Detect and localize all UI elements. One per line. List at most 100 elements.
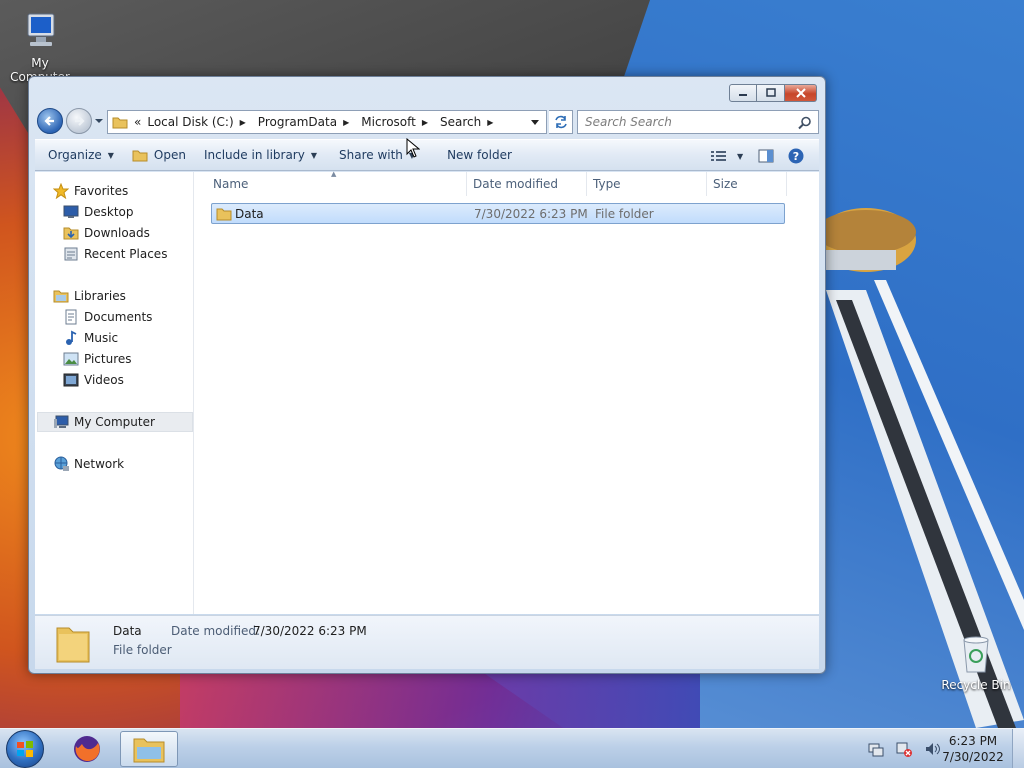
close-icon (795, 88, 806, 98)
chevron-down-icon: ▼ (107, 150, 114, 160)
forward-button[interactable] (66, 108, 92, 134)
nav-item-libraries[interactable]: Libraries (53, 286, 126, 306)
nav-label: Libraries (74, 289, 126, 303)
chevron-right-icon[interactable]: ▶ (487, 118, 493, 127)
desktop-icon (63, 205, 79, 218)
recent-pages-dropdown[interactable] (94, 116, 104, 126)
nav-item-my-computer[interactable]: My Computer (37, 412, 193, 432)
preview-pane-button[interactable] (751, 144, 781, 168)
network-warning-icon[interactable] (896, 741, 912, 757)
caption-buttons (729, 84, 817, 102)
desktop-icon-my-computer[interactable]: My Computer (0, 10, 80, 84)
breadcrumb-label: Search (440, 115, 482, 129)
search-icon[interactable] (798, 116, 812, 130)
column-label: Name (213, 177, 249, 191)
open-button[interactable]: Open (123, 143, 195, 167)
nav-item-desktop[interactable]: Desktop (63, 202, 134, 222)
open-folder-icon (132, 150, 148, 162)
explorer-window: « Local Disk (C:) ▶ ProgramData ▶ Microsof… (28, 76, 826, 674)
row-type: File folder (595, 207, 654, 221)
view-options-button[interactable]: ▼ (711, 144, 751, 168)
refresh-button[interactable] (549, 110, 573, 134)
search-box[interactable] (577, 110, 819, 134)
nav-item-videos[interactable]: Videos (63, 370, 124, 390)
nav-item-recent-places[interactable]: Recent Places (63, 244, 167, 264)
folder-icon (216, 208, 232, 221)
nav-label: Recent Places (84, 247, 168, 261)
new-folder-button[interactable]: New folder (438, 143, 521, 167)
nav-item-downloads[interactable]: Downloads (63, 223, 150, 243)
details-kind: File folder (113, 643, 172, 657)
preview-pane-icon (758, 149, 774, 163)
breadcrumb-overflow[interactable]: « (134, 115, 141, 129)
desktop-icon-recycle-bin[interactable]: Recycle Bin (936, 632, 1016, 692)
taskbar: 6:23 PM 7/30/2022 (0, 728, 1024, 768)
column-header-size[interactable]: Size (707, 172, 787, 196)
chevron-right-icon[interactable]: ▶ (240, 118, 246, 127)
address-bar[interactable]: « Local Disk (C:) ▶ ProgramData ▶ Microsof… (107, 110, 547, 134)
details-date-value: 7/30/2022 6:23 PM (253, 624, 367, 638)
downloads-icon (63, 227, 79, 240)
toolbar-right: ▼ ? (711, 144, 811, 168)
chevron-right-icon[interactable]: ▶ (422, 118, 428, 127)
taskbar-firefox[interactable] (58, 731, 116, 767)
windows-logo-icon (17, 741, 33, 757)
navigation-pane[interactable]: Favorites Desktop Downloads Recent Place… (35, 172, 194, 614)
chevron-down-icon: ▼ (310, 150, 317, 160)
breadcrumb-search[interactable]: Search ▶ (440, 115, 499, 129)
column-header-date-modified[interactable]: Date modified (467, 172, 587, 196)
breadcrumb-microsoft[interactable]: Microsoft ▶ (361, 115, 434, 129)
column-label: Type (593, 177, 621, 191)
help-icon: ? (788, 148, 804, 164)
nav-label: Downloads (84, 226, 150, 240)
action-center-icon[interactable] (868, 741, 884, 757)
explorer-content: Favorites Desktop Downloads Recent Place… (35, 170, 819, 614)
maximize-button[interactable] (757, 84, 785, 102)
videos-icon (63, 373, 79, 387)
address-dropdown-icon[interactable] (530, 119, 540, 127)
taskbar-explorer[interactable] (120, 731, 178, 767)
pictures-icon (63, 352, 79, 366)
close-button[interactable] (785, 84, 817, 102)
minimize-button[interactable] (729, 84, 757, 102)
nav-item-documents[interactable]: Documents (63, 307, 152, 327)
table-row[interactable]: Data 7/30/2022 6:23 PM File folder (211, 203, 785, 224)
back-button[interactable] (37, 108, 63, 134)
breadcrumb-programdata[interactable]: ProgramData ▶ (258, 115, 355, 129)
column-header-type[interactable]: Type (587, 172, 707, 196)
nav-item-pictures[interactable]: Pictures (63, 349, 132, 369)
start-button[interactable] (6, 730, 44, 768)
mouse-cursor (406, 138, 420, 158)
row-date-modified: 7/30/2022 6:23 PM (474, 207, 588, 221)
recycle-bin-icon (963, 636, 989, 673)
include-in-library-button[interactable]: Include in library ▼ (195, 143, 326, 167)
nav-item-favorites[interactable]: Favorites (53, 181, 128, 201)
svg-text:?: ? (793, 150, 799, 163)
row-name: Data (235, 207, 264, 221)
desktop-icon-label: Recycle Bin (941, 678, 1011, 692)
search-input[interactable] (585, 115, 785, 129)
include-label: Include in library (203, 148, 305, 162)
command-bar: Organize ▼ Open Include in library ▼ Share… (35, 139, 819, 171)
nav-item-music[interactable]: Music (63, 328, 118, 348)
breadcrumb-local-disk[interactable]: Local Disk (C:) ▶ (147, 115, 251, 129)
open-label: Open (153, 148, 186, 162)
organize-button[interactable]: Organize ▼ (39, 143, 123, 167)
network-icon (54, 456, 69, 471)
column-header-name[interactable]: Name (207, 172, 467, 196)
chevron-down-icon: ▼ (737, 151, 744, 161)
nav-label: Music (84, 331, 119, 345)
breadcrumb-label: Microsoft (361, 115, 416, 129)
file-list[interactable]: ▲ Name Date modified Type Size Data 7/30… (195, 170, 819, 614)
minimize-icon (739, 94, 747, 96)
help-button[interactable]: ? (781, 144, 811, 168)
chevron-right-icon[interactable]: ▶ (343, 118, 349, 127)
details-view-icon (711, 151, 726, 161)
clock[interactable]: 6:23 PM 7/30/2022 (936, 733, 1010, 765)
nav-label: Desktop (84, 205, 134, 219)
music-icon (66, 330, 77, 345)
show-desktop-button[interactable] (1012, 729, 1024, 768)
star-icon (53, 183, 69, 199)
details-pane: Data File folder Date modified: 7/30/202… (35, 615, 819, 669)
nav-item-network[interactable]: Network (53, 454, 124, 474)
